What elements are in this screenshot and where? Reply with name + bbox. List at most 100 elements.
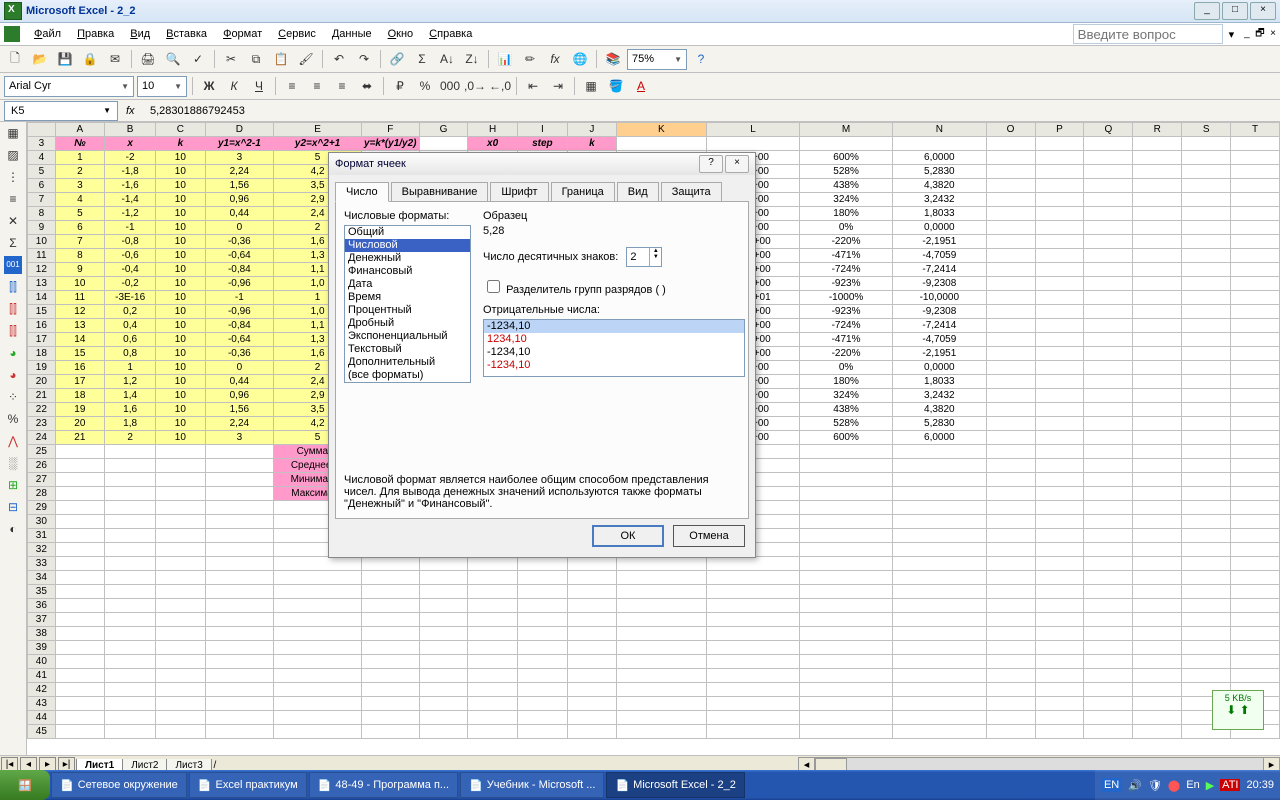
fill-color-icon[interactable]: 🪣 — [605, 75, 627, 97]
col-header-C[interactable]: C — [156, 123, 205, 137]
taskbar-item[interactable]: 📄Сетевое окружение — [51, 772, 187, 798]
negative-option[interactable]: -1234,10 — [484, 359, 744, 372]
help-icon[interactable]: ? — [690, 48, 712, 70]
col-header-A[interactable]: A — [55, 123, 104, 137]
align-center-icon[interactable]: ≡ — [306, 75, 328, 97]
tray-icon[interactable]: ▶ — [1206, 779, 1214, 792]
ok-button[interactable]: ОК — [592, 525, 664, 547]
maximize-button[interactable]: □ — [1222, 2, 1248, 20]
map-icon[interactable]: 🌐 — [569, 48, 591, 70]
start-button[interactable]: 🪟 — [0, 770, 50, 800]
chart-bar-icon[interactable]: ≡ — [4, 190, 22, 208]
negative-option[interactable]: 1234,10 — [484, 333, 744, 346]
format-option[interactable]: Дополнительный — [345, 356, 470, 369]
fx-icon[interactable]: fx — [544, 48, 566, 70]
align-left-icon[interactable]: ≡ — [281, 75, 303, 97]
thousands-separator-checkbox[interactable] — [487, 280, 500, 293]
chart-sigma-icon[interactable]: Σ — [4, 234, 22, 252]
clock[interactable]: 20:39 — [1246, 779, 1274, 791]
open-icon[interactable]: 📂 — [29, 48, 51, 70]
currency-icon[interactable]: ₽ — [389, 75, 411, 97]
underline-icon[interactable]: Ч — [248, 75, 270, 97]
dialog-tab-Защита[interactable]: Защита — [661, 182, 722, 202]
chart-col2-icon[interactable]: ⫿⫿ — [4, 300, 22, 318]
format-option[interactable]: Текстовый — [345, 343, 470, 356]
font-color-icon[interactable]: A — [630, 75, 652, 97]
comma-icon[interactable]: 000 — [439, 75, 461, 97]
number-formats-listbox[interactable]: ОбщийЧисловойДенежныйФинансовыйДатаВремя… — [344, 225, 471, 383]
dialog-close-button[interactable]: × — [725, 155, 749, 173]
borders-icon[interactable]: ▦ — [580, 75, 602, 97]
col-header-G[interactable]: G — [419, 123, 468, 137]
tray-icon[interactable]: 🔊 — [1128, 779, 1142, 792]
cut-icon[interactable]: ✂ — [220, 48, 242, 70]
chart-surface-icon[interactable]: ░ — [4, 454, 22, 472]
dialog-tab-Граница[interactable]: Граница — [551, 182, 615, 202]
chart-xy-icon[interactable]: ⁘ — [4, 388, 22, 406]
autosum-icon[interactable]: Σ — [411, 48, 433, 70]
format-painter-icon[interactable]: 🖌 — [295, 48, 317, 70]
col-header-H[interactable]: H — [468, 123, 517, 137]
col-header-Q[interactable]: Q — [1084, 123, 1133, 137]
ask-a-question-input[interactable] — [1073, 24, 1223, 44]
lang-indicator[interactable]: EN — [1101, 778, 1122, 792]
select-all[interactable] — [28, 123, 56, 137]
menu-Справка[interactable]: Справка — [421, 25, 480, 43]
percent-icon[interactable]: % — [414, 75, 436, 97]
chart-pie1-icon[interactable]: ◕ — [4, 344, 22, 362]
col-header-F[interactable]: F — [361, 123, 419, 137]
preview-icon[interactable]: 🔍 — [162, 48, 184, 70]
save-icon[interactable]: 💾 — [54, 48, 76, 70]
format-option[interactable]: Финансовый — [345, 265, 470, 278]
formula-input[interactable]: 5,28301886792453 — [146, 105, 1280, 117]
bold-icon[interactable]: Ж — [198, 75, 220, 97]
chart-stock-icon[interactable]: ⋀ — [4, 432, 22, 450]
copy-icon[interactable]: ⧉ — [245, 48, 267, 70]
font-size-combo[interactable]: 10▼ — [137, 76, 187, 97]
menu-Данные[interactable]: Данные — [324, 25, 380, 43]
close-button[interactable]: × — [1250, 2, 1276, 20]
new-icon[interactable]: 🗋 — [4, 48, 26, 70]
spellcheck-icon[interactable]: ✓ — [187, 48, 209, 70]
zoom-combo[interactable]: 75%▼ — [627, 49, 687, 70]
chart-scatter-icon[interactable]: ⋮ — [4, 168, 22, 186]
format-option[interactable]: Денежный — [345, 252, 470, 265]
chart-pie2-icon[interactable]: ◕ — [4, 366, 22, 384]
menu-Окно[interactable]: Окно — [380, 25, 422, 43]
sort-asc-icon[interactable]: A↓ — [436, 48, 458, 70]
chart-pivot-icon[interactable]: ⊞ — [4, 476, 22, 494]
chart-pct-icon[interactable]: % — [4, 410, 22, 428]
chart-db-icon[interactable]: ⊟ — [4, 498, 22, 516]
paste-icon[interactable]: 📋 — [270, 48, 292, 70]
negative-option[interactable]: -1234,10 — [484, 320, 744, 333]
format-option[interactable]: Процентный — [345, 304, 470, 317]
chart-col3-icon[interactable]: ⫿⫿ — [4, 322, 22, 340]
chart-type-icon[interactable]: ▦ — [4, 124, 22, 142]
col-header-P[interactable]: P — [1035, 123, 1084, 137]
research-icon[interactable]: 📚 — [602, 48, 624, 70]
col-header-J[interactable]: J — [568, 123, 617, 137]
decimal-places-spinner[interactable]: ▲▼ — [626, 247, 662, 267]
col-header-E[interactable]: E — [274, 123, 362, 137]
format-option[interactable]: Время — [345, 291, 470, 304]
format-option[interactable]: (все форматы) — [345, 369, 470, 382]
tray-icon[interactable]: ATI — [1220, 779, 1240, 791]
format-option[interactable]: Числовой — [345, 239, 470, 252]
tray-icon[interactable]: 🛡 — [1148, 779, 1162, 792]
col-header-D[interactable]: D — [205, 123, 274, 137]
drawing-icon[interactable]: ✏ — [519, 48, 541, 70]
col-header-M[interactable]: M — [800, 123, 893, 137]
dec-indent-icon[interactable]: ⇤ — [522, 75, 544, 97]
menu-Правка[interactable]: Правка — [69, 25, 122, 43]
menu-Вставка[interactable]: Вставка — [158, 25, 215, 43]
col-header-T[interactable]: T — [1231, 123, 1280, 137]
negative-numbers-listbox[interactable]: -1234,101234,10-1234,10-1234,10 — [483, 319, 745, 377]
menu-Вид[interactable]: Вид — [122, 25, 158, 43]
taskbar-item[interactable]: 📄Microsoft Excel - 2_2 — [606, 772, 744, 798]
chart-icon[interactable]: 📊 — [494, 48, 516, 70]
col-header-R[interactable]: R — [1133, 123, 1182, 137]
merge-icon[interactable]: ⬌ — [356, 75, 378, 97]
col-header-K[interactable]: K — [616, 123, 706, 137]
menu-Формат[interactable]: Формат — [215, 25, 270, 43]
format-option[interactable]: Дата — [345, 278, 470, 291]
